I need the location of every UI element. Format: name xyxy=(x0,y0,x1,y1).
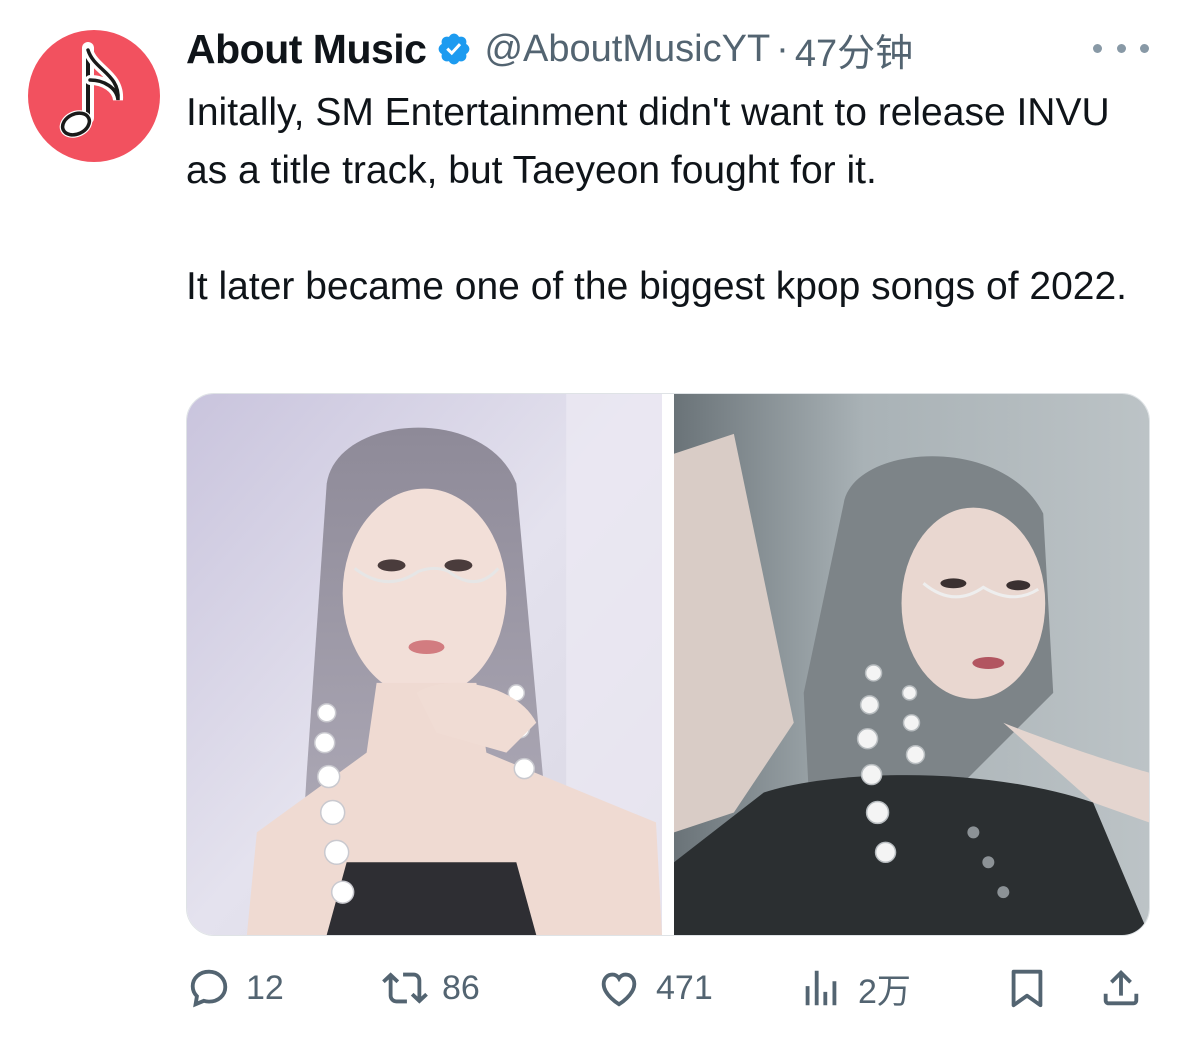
reply-button[interactable]: 12 xyxy=(186,958,284,1018)
timestamp[interactable]: 47分钟 xyxy=(795,22,913,77)
tweet: About Music @AboutMusicYT · 47分钟 Initall… xyxy=(0,0,1179,1050)
bookmark-icon xyxy=(1011,969,1043,1008)
share-icon xyxy=(1103,969,1139,1006)
share-button[interactable] xyxy=(1098,958,1144,1018)
separator-dot: · xyxy=(776,27,789,70)
more-options-icon[interactable] xyxy=(1093,28,1149,68)
photo-left-image xyxy=(187,394,662,935)
retweet-count: 86 xyxy=(442,968,480,1007)
photo-right-image xyxy=(674,394,1149,935)
media-photo-left[interactable] xyxy=(187,394,662,935)
heart-icon xyxy=(601,972,637,1007)
user-handle[interactable]: @AboutMusicYT xyxy=(484,28,770,71)
views-chart-icon xyxy=(805,970,837,1006)
retweet-button[interactable]: 86 xyxy=(382,958,480,1018)
retweet-icon xyxy=(382,972,428,1004)
tweet-text: Initally, SM Entertainment didn't want t… xyxy=(186,84,1161,316)
verified-badge-icon[interactable] xyxy=(436,31,472,67)
tweet-paragraph: It later became one of the biggest kpop … xyxy=(186,265,1127,308)
bookmark-button[interactable] xyxy=(1004,958,1050,1018)
media-grid xyxy=(186,393,1150,936)
reply-icon xyxy=(190,969,228,1008)
display-name[interactable]: About Music xyxy=(186,26,427,73)
like-button[interactable]: 471 xyxy=(596,958,713,1018)
reply-count: 12 xyxy=(246,968,284,1007)
avatar[interactable] xyxy=(28,30,160,162)
media-photo-right[interactable] xyxy=(674,394,1149,935)
tweet-header: About Music @AboutMusicYT · 47分钟 xyxy=(186,22,1149,77)
action-bar: 12 86 471 2万 xyxy=(186,958,1150,1018)
like-count: 471 xyxy=(656,968,713,1007)
views-count: 2万 xyxy=(858,972,911,1011)
views-button[interactable]: 2万 xyxy=(798,958,911,1018)
tweet-paragraph: Initally, SM Entertainment didn't want t… xyxy=(186,91,1110,192)
music-note-icon xyxy=(59,42,124,138)
